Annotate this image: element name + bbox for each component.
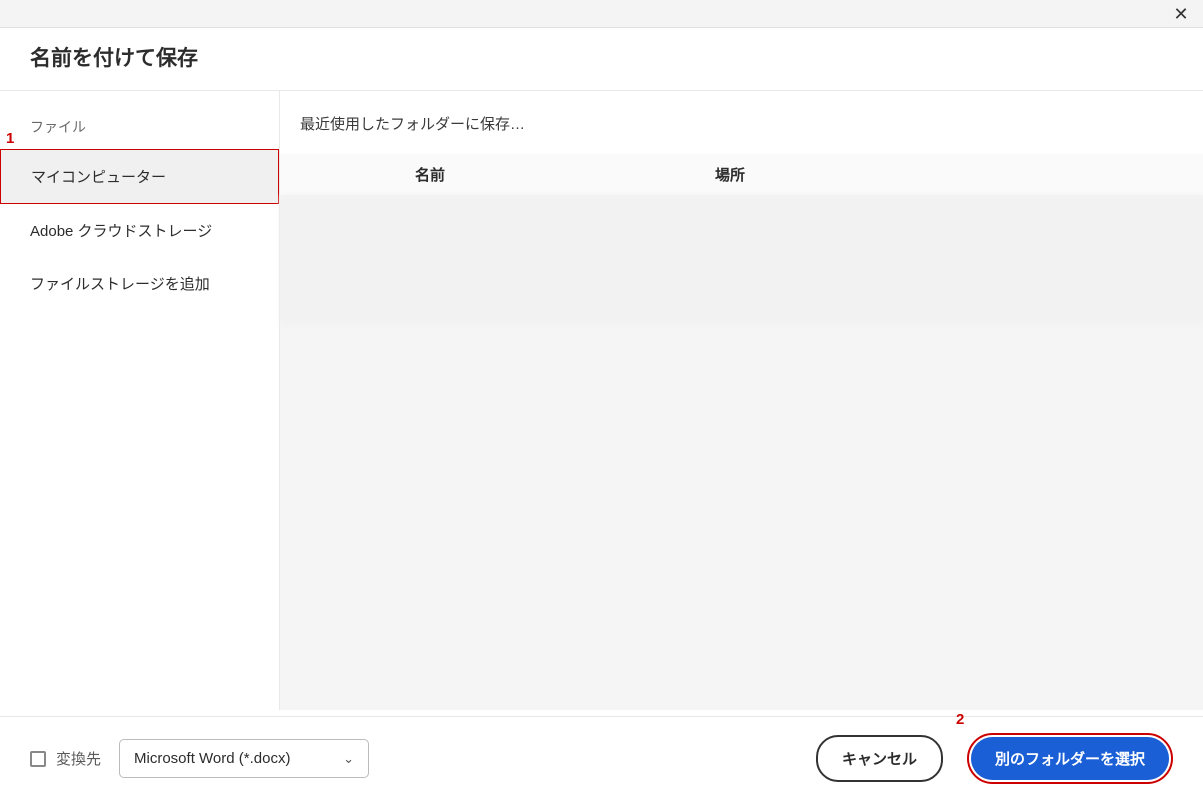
close-icon: ✕ — [1173, 4, 1188, 25]
sidebar-item-adobe-cloud[interactable]: Adobe クラウドストレージ — [0, 204, 279, 257]
sidebar-item-add-storage[interactable]: ファイルストレージを追加 — [0, 257, 279, 310]
column-name: 名前 — [280, 164, 580, 185]
folder-table: 名前 場所 — [280, 154, 1203, 325]
convert-to-section: 変換先 — [30, 748, 101, 769]
dialog-header: 名前を付けて保存 — [0, 28, 1203, 90]
dialog-title: 名前を付けて保存 — [30, 42, 1173, 72]
table-header: 名前 場所 — [280, 154, 1203, 195]
close-button[interactable]: ✕ — [1171, 4, 1191, 24]
main-panel: 最近使用したフォルダーに保存… 名前 場所 — [280, 91, 1203, 710]
sidebar-section-label: ファイル — [0, 111, 279, 149]
sidebar: ファイル マイコンピューター Adobe クラウドストレージ ファイルストレージ… — [0, 91, 280, 710]
convert-checkbox[interactable] — [30, 751, 46, 767]
folder-list-blurred — [280, 195, 1203, 325]
format-selected-value: Microsoft Word (*.docx) — [134, 750, 290, 767]
sidebar-item-label: ファイルストレージを追加 — [30, 276, 210, 293]
convert-label: 変換先 — [56, 748, 101, 769]
titlebar: ✕ — [0, 0, 1203, 28]
sidebar-item-my-computer[interactable]: マイコンピューター — [0, 149, 279, 204]
choose-folder-highlight: 別のフォルダーを選択 — [967, 733, 1173, 784]
sidebar-item-label: Adobe クラウドストレージ — [30, 223, 212, 240]
format-dropdown[interactable]: Microsoft Word (*.docx) ⌄ — [119, 739, 369, 778]
choose-other-folder-button[interactable]: 別のフォルダーを選択 — [971, 737, 1169, 780]
chevron-down-icon: ⌄ — [343, 751, 354, 767]
sidebar-item-label: マイコンピューター — [31, 169, 166, 186]
column-location: 場所 — [580, 164, 880, 185]
recent-folders-heading: 最近使用したフォルダーに保存… — [280, 91, 1203, 154]
footer: 変換先 Microsoft Word (*.docx) ⌄ キャンセル 別のフォ… — [0, 716, 1203, 800]
cancel-button[interactable]: キャンセル — [816, 735, 943, 782]
content-area: ファイル マイコンピューター Adobe クラウドストレージ ファイルストレージ… — [0, 90, 1203, 710]
